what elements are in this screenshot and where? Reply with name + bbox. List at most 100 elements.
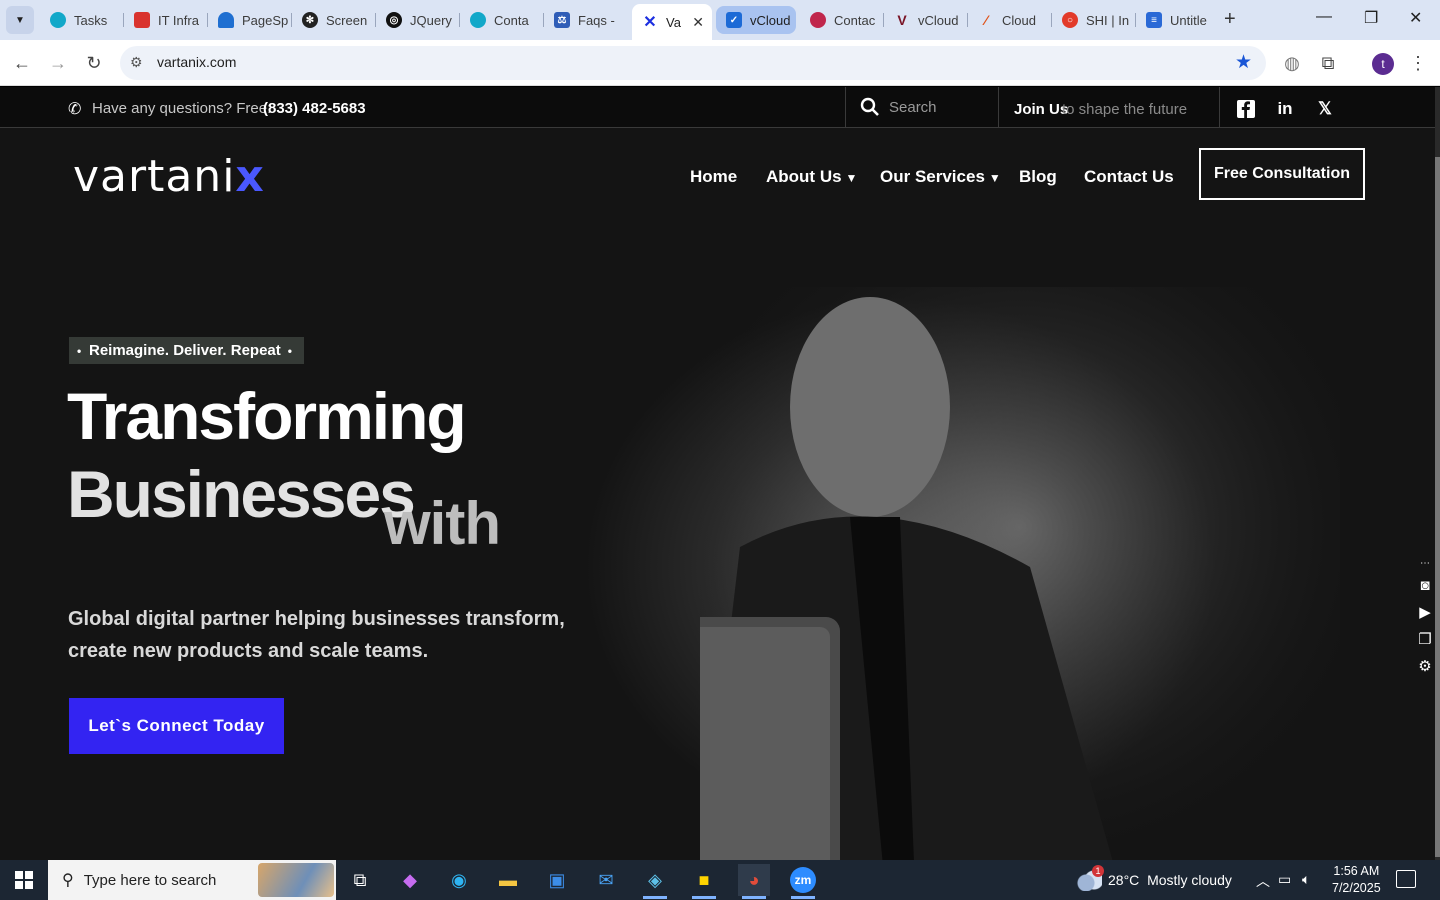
nav-about-us[interactable]: About Us ▼ — [766, 167, 857, 187]
facebook-icon[interactable] — [1236, 99, 1256, 119]
hero-headline-line3: with — [384, 490, 501, 557]
bookmark-star-icon[interactable]: ★ — [1235, 51, 1252, 74]
tab-contac[interactable]: Contac — [800, 6, 884, 34]
tab-it-infra[interactable]: IT Infra — [124, 6, 208, 34]
search-icon: ⚲ — [62, 872, 74, 889]
chatgpt-icon: ◎ — [386, 12, 402, 28]
menu-kebab-icon[interactable]: ⋮ — [1406, 51, 1430, 75]
tab-vartanix-active[interactable]: ✕ Va ✕ — [632, 4, 712, 40]
tab-search-button[interactable]: ▼ — [6, 6, 34, 34]
microsoft-store-icon[interactable]: ▣ — [541, 864, 573, 896]
volume-icon[interactable]: 🔈︎ — [1302, 871, 1310, 888]
address-bar[interactable]: ⚙ vartanix.com ★ — [120, 46, 1266, 80]
jira-icon — [134, 12, 150, 28]
edge-icon[interactable]: ◉ — [443, 864, 475, 896]
search-input[interactable] — [889, 99, 989, 116]
profile-avatar[interactable]: t — [1372, 53, 1394, 75]
sticky-notes-icon[interactable]: ■ — [688, 864, 720, 899]
network-icon[interactable]: ▭ — [1278, 871, 1291, 888]
vscode-app-icon[interactable]: ◈ — [639, 864, 671, 899]
window-capture-icon[interactable]: ❐ — [1414, 628, 1435, 650]
zoom-icon[interactable]: zm — [787, 864, 819, 899]
browser-toolbar: ← → ↻ ⚙ vartanix.com ★ ◍ ⧉ ⋮ — [0, 40, 1440, 86]
doc-icon: ≡ — [1146, 12, 1162, 28]
minimize-button[interactable]: — — [1316, 8, 1332, 26]
x-twitter-icon[interactable]: 𝕏 — [1315, 99, 1335, 119]
shi-icon: ○ — [1062, 12, 1078, 28]
browser-tab-strip: ▼ Tasks IT Infra PageSp ✻ Screen ◎ JQuer… — [0, 0, 1440, 40]
gear-icon: ✻ — [302, 12, 318, 28]
join-us-link[interactable]: Join Us — [1014, 101, 1068, 118]
tab-contact[interactable]: Conta — [460, 6, 544, 34]
nav-our-services[interactable]: Our Services ▼ — [880, 167, 1001, 187]
tab-tasks[interactable]: Tasks — [40, 6, 124, 34]
taskbar-search-box[interactable]: ⚲ Type here to search — [48, 860, 336, 900]
camera-icon[interactable]: ◙ — [1414, 574, 1435, 596]
extensions-icon[interactable]: ⧉ — [1316, 51, 1340, 75]
nav-contact-us[interactable]: Contact Us — [1084, 167, 1174, 187]
scales-icon: ⚖ — [554, 12, 570, 28]
tab-screen[interactable]: ✻ Screen — [292, 6, 376, 34]
tab-vcloud-group[interactable]: ✓ vCloud — [716, 6, 796, 34]
vartanix-icon: ✕ — [643, 14, 657, 31]
questions-label: Have any questions? Free: — [92, 100, 272, 117]
search-highlight-image — [258, 863, 334, 897]
back-button[interactable]: ← — [10, 51, 34, 75]
globe-icon — [50, 12, 66, 28]
hero-tagline: Reimagine. Deliver. Repeat — [69, 337, 304, 364]
pin-icon[interactable]: ⋯ — [1414, 557, 1435, 569]
close-window-button[interactable]: ✕ — [1409, 8, 1422, 28]
chrome-icon[interactable]: ◕ — [738, 864, 770, 899]
search-icon[interactable] — [860, 97, 880, 117]
reload-button[interactable]: ↻ — [82, 51, 106, 75]
phone-number-link[interactable]: (833) 482-5683 — [263, 100, 366, 117]
capture-extension-toolbar: ⋯ ◙ ▶ ❐ ⚙ — [1414, 557, 1435, 687]
pagespeed-icon — [218, 12, 234, 28]
tab-untitled[interactable]: ≡ Untitle — [1136, 6, 1220, 34]
file-explorer-icon[interactable]: ▬ — [492, 864, 524, 896]
chevron-up-icon[interactable]: ︿ — [1256, 871, 1270, 891]
new-tab-button[interactable]: + — [1224, 8, 1236, 31]
task-view-icon[interactable]: ⧉ — [344, 864, 376, 896]
page-scrollbar[interactable] — [1435, 87, 1440, 860]
cloud-icon: ⁄ — [984, 12, 988, 28]
chevron-down-icon: ▼ — [988, 171, 1001, 185]
phone-icon: ✆ — [68, 101, 82, 118]
restore-button[interactable]: ❐ — [1364, 8, 1378, 28]
nav-blog[interactable]: Blog — [1019, 167, 1057, 187]
system-clock[interactable]: 1:56 AM 7/2/2025 — [1332, 863, 1381, 897]
notification-icon[interactable] — [1396, 870, 1416, 888]
windows-start-icon[interactable] — [0, 860, 48, 900]
tab-faqs[interactable]: ⚖ Faqs - — [544, 6, 630, 34]
site-info-icon[interactable]: ⚙ — [130, 54, 143, 71]
v-icon: V — [897, 12, 907, 28]
lets-connect-button[interactable]: Let`s Connect Today — [69, 698, 284, 754]
weather-widget[interactable]: 28°C Mostly cloudy — [1074, 860, 1232, 900]
tab-shi[interactable]: ○ SHI | In — [1052, 6, 1136, 34]
forward-button[interactable]: → — [46, 51, 70, 75]
hero-subtitle: Global digital partner helping businesse… — [68, 608, 565, 662]
translate-icon[interactable]: ◍ — [1280, 51, 1304, 75]
close-icon[interactable]: ✕ — [692, 14, 704, 31]
mail-icon[interactable]: ✉ — [590, 864, 622, 896]
windows-taskbar: ⚲ Type here to search ⧉ ◆ ◉ ▬ ▣ ✉ ◈ ■ ◕ … — [0, 860, 1440, 900]
vartanix-logo[interactable]: vartanix — [73, 151, 265, 202]
globe-icon — [470, 12, 486, 28]
nav-home[interactable]: Home — [690, 167, 737, 187]
video-camera-icon[interactable]: ▶ — [1414, 601, 1435, 623]
settings-gear-icon[interactable]: ⚙ — [1414, 655, 1435, 677]
hero-headline-line2: Businesses — [67, 457, 416, 531]
free-consultation-button[interactable]: Free Consultation — [1199, 148, 1365, 200]
tab-pagespeed[interactable]: PageSp — [208, 6, 292, 34]
tab-vcloud[interactable]: V vCloud — [884, 6, 968, 34]
check-icon: ✓ — [726, 12, 742, 28]
tab-jquery[interactable]: ◎ JQuery — [376, 6, 460, 34]
join-us-subtext: to shape the future — [1062, 101, 1188, 118]
hero-headline-line1: Transforming — [67, 379, 467, 453]
linkedin-icon[interactable]: in — [1275, 99, 1295, 119]
site-topbar: ✆ Have any questions? Free: (833) 482-56… — [0, 87, 1435, 128]
url-text[interactable]: vartanix.com — [157, 54, 236, 70]
tab-cloud[interactable]: ⁄ Cloud — [968, 6, 1052, 34]
cloudy-weather-icon — [1074, 865, 1104, 891]
copilot-icon[interactable]: ◆ — [394, 864, 426, 896]
